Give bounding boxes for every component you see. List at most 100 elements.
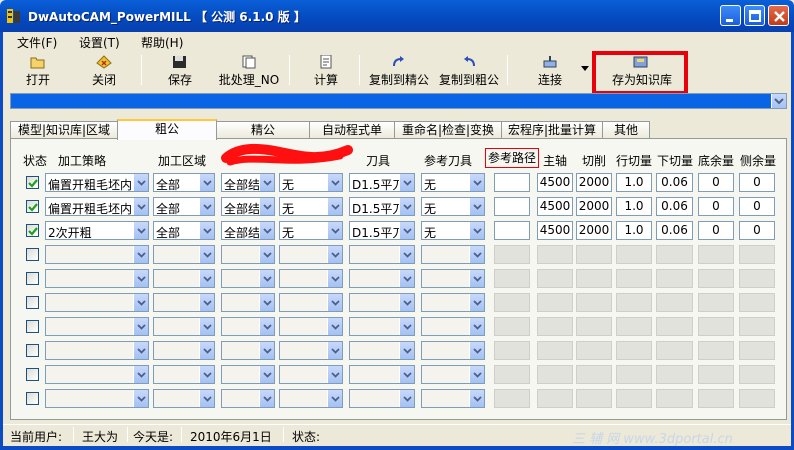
dropdown-button[interactable] bbox=[199, 198, 214, 215]
dropdown-button[interactable] bbox=[327, 222, 342, 239]
stepover-cell[interactable]: 1.0 bbox=[616, 221, 652, 240]
strategy-select[interactable]: 2次开粗 bbox=[45, 221, 149, 240]
side-stock-cell[interactable] bbox=[739, 389, 775, 408]
tool-select[interactable] bbox=[349, 293, 415, 312]
tool-select[interactable]: D1.5平刀 bbox=[349, 197, 415, 216]
strategy-select[interactable] bbox=[45, 293, 149, 312]
side-stock-cell[interactable] bbox=[739, 269, 775, 288]
option-select[interactable] bbox=[279, 293, 343, 312]
calculate-button[interactable]: 计算 bbox=[301, 52, 351, 88]
region-select[interactable] bbox=[153, 269, 215, 288]
cut-cell[interactable] bbox=[576, 341, 612, 360]
region-boundary-select[interactable]: 全部结 bbox=[221, 197, 275, 216]
strategy-select[interactable] bbox=[45, 317, 149, 336]
status-checkbox[interactable] bbox=[26, 392, 39, 405]
strategy-select[interactable]: 偏置开粗毛坯内 bbox=[45, 173, 149, 192]
dropdown-button[interactable] bbox=[199, 174, 214, 191]
side-stock-cell[interactable] bbox=[739, 317, 775, 336]
stepover-cell[interactable]: 1.0 bbox=[616, 173, 652, 192]
dropdown-button[interactable] bbox=[259, 222, 274, 239]
bottom-stock-cell[interactable] bbox=[698, 245, 734, 264]
dropdown-button[interactable] bbox=[327, 174, 342, 191]
stepdown-cell[interactable] bbox=[656, 293, 693, 312]
dropdown-button[interactable] bbox=[133, 270, 148, 287]
dropdown-button[interactable] bbox=[259, 342, 274, 359]
stepdown-cell[interactable] bbox=[656, 365, 693, 384]
tool-select[interactable] bbox=[349, 317, 415, 336]
bottom-stock-cell[interactable] bbox=[698, 389, 734, 408]
tool-select[interactable] bbox=[349, 245, 415, 264]
stepdown-cell[interactable] bbox=[656, 269, 693, 288]
spindle-cell[interactable]: 4500 bbox=[537, 197, 573, 216]
spindle-cell[interactable] bbox=[537, 365, 573, 384]
dropdown-button[interactable] bbox=[259, 366, 274, 383]
spindle-cell[interactable] bbox=[537, 341, 573, 360]
region-select[interactable] bbox=[153, 389, 215, 408]
region-select[interactable] bbox=[153, 245, 215, 264]
stepover-cell[interactable] bbox=[616, 389, 652, 408]
dropdown-button[interactable] bbox=[133, 294, 148, 311]
ref-tool-select[interactable] bbox=[421, 317, 485, 336]
dropdown-button[interactable] bbox=[327, 246, 342, 263]
dropdown-button[interactable] bbox=[259, 390, 274, 407]
dropdown-arrow-icon[interactable] bbox=[581, 66, 590, 72]
dropdown-button[interactable] bbox=[199, 318, 214, 335]
dropdown-button[interactable] bbox=[399, 246, 414, 263]
ref-path-cell[interactable] bbox=[494, 245, 530, 264]
dropdown-button[interactable] bbox=[327, 318, 342, 335]
dropdown-button[interactable] bbox=[327, 294, 342, 311]
strategy-select[interactable]: 偏置开粗毛坯内 bbox=[45, 197, 149, 216]
dropdown-button[interactable] bbox=[469, 222, 484, 239]
bottom-stock-cell[interactable] bbox=[698, 269, 734, 288]
region-boundary-select[interactable] bbox=[221, 389, 275, 408]
strategy-select[interactable] bbox=[45, 245, 149, 264]
tool-select[interactable] bbox=[349, 341, 415, 360]
stepdown-cell[interactable]: 0.06 bbox=[656, 173, 693, 192]
tool-select[interactable] bbox=[349, 365, 415, 384]
stepdown-cell[interactable]: 0.06 bbox=[656, 197, 693, 216]
option-select[interactable]: 无 bbox=[279, 221, 343, 240]
tab-macro[interactable]: 宏程序|批量计算 bbox=[501, 121, 603, 139]
option-select[interactable]: 无 bbox=[279, 197, 343, 216]
minimize-button[interactable] bbox=[720, 5, 741, 26]
tab-model[interactable]: 模型|知识库|区域 bbox=[10, 121, 118, 139]
menu-help[interactable]: 帮助(H) bbox=[141, 34, 183, 51]
region-select[interactable]: 全部 bbox=[153, 221, 215, 240]
cut-cell[interactable] bbox=[576, 317, 612, 336]
strategy-select[interactable] bbox=[45, 341, 149, 360]
dropdown-button[interactable] bbox=[399, 342, 414, 359]
dropdown-button[interactable] bbox=[259, 318, 274, 335]
dropdown-button[interactable] bbox=[199, 246, 214, 263]
bottom-stock-cell[interactable] bbox=[698, 341, 734, 360]
dropdown-button[interactable] bbox=[399, 174, 414, 191]
side-stock-cell[interactable] bbox=[739, 245, 775, 264]
dropdown-button[interactable] bbox=[327, 198, 342, 215]
dropdown-button[interactable] bbox=[469, 342, 484, 359]
bottom-stock-cell[interactable]: 0 bbox=[698, 221, 734, 240]
dropdown-button[interactable] bbox=[133, 390, 148, 407]
menu-file[interactable]: 文件(F) bbox=[17, 34, 57, 51]
option-select[interactable] bbox=[279, 341, 343, 360]
cut-cell[interactable] bbox=[576, 293, 612, 312]
dropdown-button[interactable] bbox=[259, 246, 274, 263]
status-checkbox[interactable] bbox=[26, 296, 39, 309]
open-button[interactable]: 打开 bbox=[13, 52, 63, 88]
status-checkbox[interactable] bbox=[26, 248, 39, 261]
project-selector-dropdown[interactable] bbox=[771, 94, 786, 108]
option-select[interactable] bbox=[279, 269, 343, 288]
stepover-cell[interactable] bbox=[616, 269, 652, 288]
region-boundary-select[interactable] bbox=[221, 341, 275, 360]
ref-path-cell[interactable] bbox=[494, 365, 530, 384]
dropdown-button[interactable] bbox=[399, 270, 414, 287]
region-boundary-select[interactable] bbox=[221, 317, 275, 336]
tool-select[interactable] bbox=[349, 269, 415, 288]
project-selector[interactable] bbox=[10, 93, 787, 109]
dropdown-button[interactable] bbox=[469, 294, 484, 311]
region-boundary-select[interactable]: 全部结 bbox=[221, 221, 275, 240]
spindle-cell[interactable] bbox=[537, 317, 573, 336]
stepdown-cell[interactable] bbox=[656, 389, 693, 408]
stepover-cell[interactable]: 1.0 bbox=[616, 197, 652, 216]
spindle-cell[interactable]: 4500 bbox=[537, 173, 573, 192]
dropdown-button[interactable] bbox=[133, 366, 148, 383]
stepdown-cell[interactable] bbox=[656, 317, 693, 336]
